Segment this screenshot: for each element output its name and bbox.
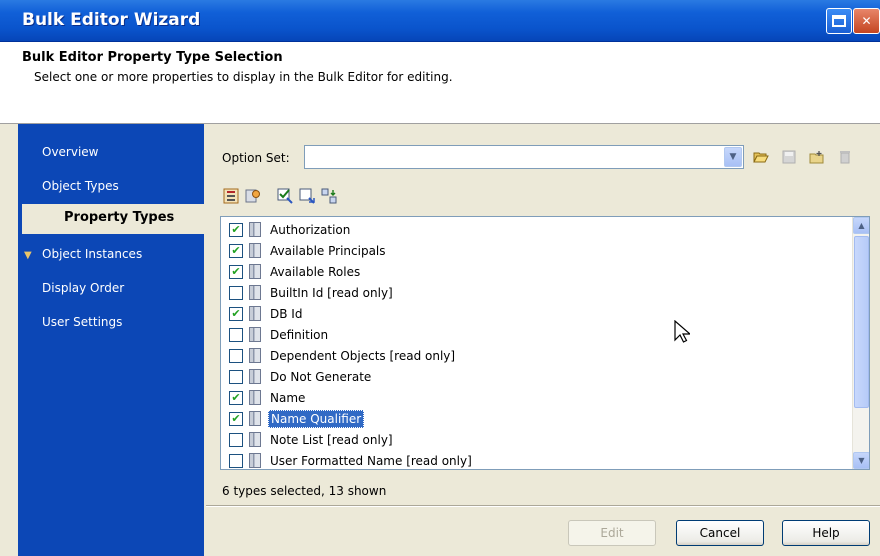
checkbox[interactable]: ✔ [229,243,243,258]
check-all-icon[interactable] [276,187,294,205]
list-item-label: Dependent Objects [read only] [270,348,456,363]
list-item-label: Authorization [270,222,351,237]
sidebar-item-object-instances[interactable]: Object Instances [42,247,142,261]
sidebar-item-property-types[interactable]: Property Types [22,204,206,234]
scroll-thumb[interactable] [854,236,869,408]
checkbox[interactable]: ✔ [229,411,243,426]
property-icon [249,243,261,258]
sidebar-item-object-types[interactable]: Object Types [42,179,119,193]
list-item[interactable]: ✔ Available Roles [229,261,849,282]
mouse-pointer-icon [674,319,692,347]
list-item-label: Available Roles [270,264,361,279]
sidebar-item-user-settings[interactable]: User Settings [42,315,122,329]
page-subtitle: Select one or more properties to display… [34,70,453,84]
option-set-label: Option Set: [222,151,290,165]
checkbox[interactable]: ✔ [229,306,243,321]
save-icon[interactable] [780,148,798,166]
list-item-label: Name [270,390,306,405]
list-item-label: DB Id [270,306,303,321]
chevron-down-icon[interactable]: ▼ [724,147,742,167]
vertical-scrollbar[interactable]: ▲ ▼ [852,217,869,469]
help-button[interactable]: Help [782,520,870,546]
cancel-button[interactable]: Cancel [676,520,764,546]
list-item[interactable]: ✔ Available Principals [229,240,849,261]
property-icon [249,432,261,447]
window-title: Bulk Editor Wizard [22,10,201,30]
checkbox[interactable] [229,432,243,447]
arrow-icon: ▼ [24,250,32,261]
uncheck-all-icon[interactable] [298,187,316,205]
checkbox[interactable] [229,327,243,342]
list-item[interactable]: Dependent Objects [read only] [229,345,849,366]
selection-status: 6 types selected, 13 shown [222,484,387,498]
settings-icon[interactable] [244,187,262,205]
list-item[interactable]: Do Not Generate [229,366,849,387]
close-button[interactable]: ✕ [853,8,880,34]
maximize-icon [832,15,846,27]
property-icon [249,306,261,321]
edit-button[interactable]: Edit [568,520,656,546]
checkbox[interactable] [229,453,243,468]
list-item-label: BuiltIn Id [read only] [270,285,393,300]
properties-icon[interactable] [222,187,240,205]
sidebar-item-label: Property Types [64,210,175,225]
list-item[interactable]: ✔ Name [229,387,849,408]
list-item[interactable]: Note List [read only] [229,429,849,450]
list-item[interactable]: User Formatted Name [read only] [229,450,849,469]
title-bar: Bulk Editor Wizard ✕ [0,0,880,42]
maximize-button[interactable] [826,8,852,34]
sort-icon[interactable] [320,187,338,205]
checkbox[interactable] [229,348,243,363]
option-set-dropdown[interactable]: ▼ [304,145,744,169]
property-icon [249,222,261,237]
delete-icon[interactable] [836,148,854,166]
scroll-up-button[interactable]: ▲ [853,217,869,234]
property-icon [249,369,261,384]
property-icon [249,453,261,468]
property-icon [249,390,261,405]
list-item-label: Available Principals [270,243,386,258]
checkbox[interactable] [229,369,243,384]
list-item-label: Definition [270,327,329,342]
new-folder-icon[interactable] [808,148,826,166]
property-icon [249,285,261,300]
property-icon [249,327,261,342]
scroll-down-button[interactable]: ▼ [853,452,869,469]
list-item[interactable]: Definition [229,324,849,345]
list-item[interactable]: BuiltIn Id [read only] [229,282,849,303]
sidebar-item-overview[interactable]: Overview [42,145,99,159]
property-icon [249,411,261,426]
checkbox[interactable]: ✔ [229,264,243,279]
list-item[interactable]: ✔ Authorization [229,219,849,240]
list-item-label: Do Not Generate [270,369,372,384]
list-item[interactable]: ✔ DB Id [229,303,849,324]
close-icon: ✕ [861,14,872,28]
checkbox[interactable]: ✔ [229,390,243,405]
checkbox[interactable]: ✔ [229,222,243,237]
property-icon [249,348,261,363]
property-icon [249,264,261,279]
checkbox[interactable] [229,285,243,300]
open-folder-icon[interactable] [752,148,770,166]
list-item-label: User Formatted Name [read only] [270,453,472,468]
page-title: Bulk Editor Property Type Selection [22,50,283,65]
content-panel: Option Set: ▼ ✔ Authorization ✔ Availabl… [206,124,880,556]
sidebar-item-display-order[interactable]: Display Order [42,281,124,295]
divider [206,505,880,507]
list-item-label: Name Qualifier [268,409,365,428]
list-item[interactable]: ✔ Name Qualifier [229,408,849,429]
wizard-header: Bulk Editor Property Type Selection Sele… [0,42,880,124]
property-type-list[interactable]: ✔ Authorization ✔ Available Principals ✔… [220,216,870,470]
list-item-label: Note List [read only] [270,432,393,447]
